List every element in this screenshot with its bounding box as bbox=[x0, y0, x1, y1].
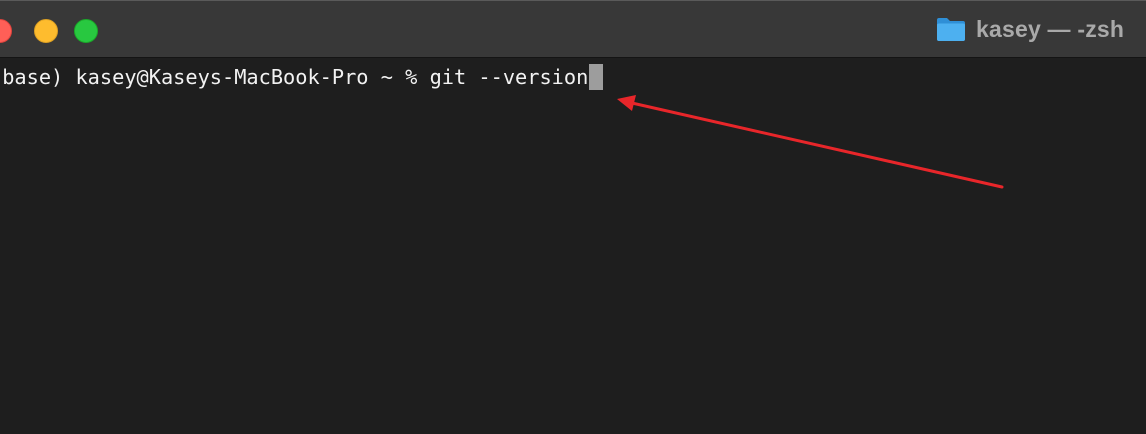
folder-icon bbox=[937, 18, 965, 41]
window-title-group: kasey — -zsh bbox=[936, 14, 1124, 44]
terminal-output[interactable]: (base) kasey@Kaseys-MacBook-Pro ~ % git … bbox=[0, 58, 1146, 434]
window-title: kasey — -zsh bbox=[976, 15, 1125, 42]
shell-prompt: (base) kasey@Kaseys-MacBook-Pro ~ % bbox=[0, 65, 430, 89]
title-bar[interactable]: kasey — -zsh bbox=[0, 0, 1146, 58]
terminal-window: kasey — -zsh (base) kasey@Kaseys-MacBook… bbox=[0, 0, 1146, 434]
text-cursor bbox=[589, 64, 604, 90]
title-bar-edge bbox=[0, 0, 1146, 1]
minimize-button[interactable] bbox=[34, 19, 58, 43]
close-button[interactable] bbox=[0, 19, 12, 43]
zoom-button[interactable] bbox=[74, 19, 98, 43]
command-line: (base) kasey@Kaseys-MacBook-Pro ~ % git … bbox=[0, 64, 604, 90]
command-text: git --version bbox=[429, 65, 589, 89]
